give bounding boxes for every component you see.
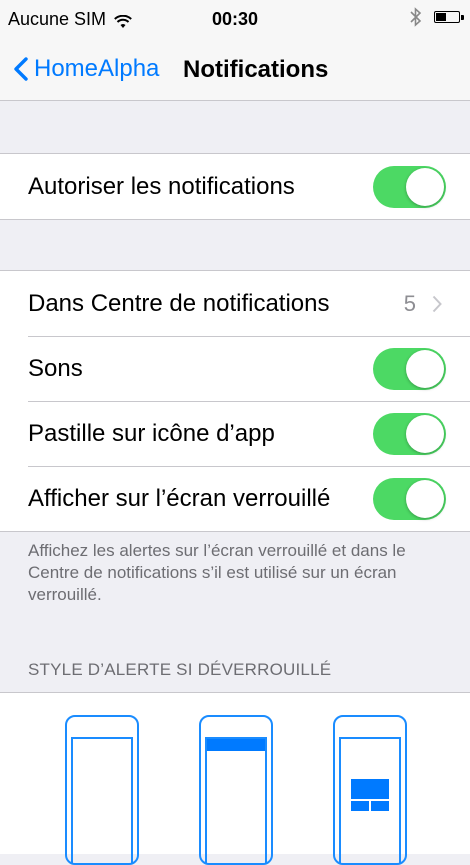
badge-label: Pastille sur icône d’app — [28, 419, 275, 447]
back-button-label: HomeAlpha — [34, 55, 160, 82]
battery-icon — [434, 11, 464, 23]
alert-style-alert-icon[interactable] — [333, 715, 407, 865]
page-title: Notifications — [183, 56, 329, 83]
badge-toggle[interactable] — [373, 413, 446, 455]
notification-center-label: Dans Centre de notifications — [28, 289, 330, 317]
lock-screen-footer: Affichez les alertes sur l’écran verroui… — [28, 541, 406, 604]
allow-notifications-toggle[interactable] — [373, 166, 446, 208]
status-bar: Aucune SIM 00:30 — [0, 0, 470, 40]
allow-group: Autoriser les notifications — [0, 153, 470, 220]
navigation-bar: HomeAlpha Notifications — [0, 40, 470, 101]
alert-style-picker — [0, 692, 470, 865]
lock-screen-label: Afficher sur l’écran verrouillé — [28, 484, 331, 512]
sounds-row[interactable]: Sons — [0, 336, 470, 401]
sounds-label: Sons — [28, 354, 83, 382]
alert-style-header: STYLE D’ALERTE SI DÉVERROUILLÉ — [28, 660, 332, 679]
sounds-toggle[interactable] — [373, 348, 446, 390]
back-button[interactable]: HomeAlpha — [14, 55, 159, 83]
badge-row[interactable]: Pastille sur icône d’app — [0, 401, 470, 466]
allow-notifications-label: Autoriser les notifications — [28, 172, 295, 200]
notification-center-detail: 5 — [404, 291, 442, 317]
chevron-right-icon — [432, 295, 442, 312]
lock-screen-row[interactable]: Afficher sur l’écran verrouillé — [0, 466, 470, 531]
allow-notifications-row[interactable]: Autoriser les notifications — [0, 154, 470, 219]
settings-group: Dans Centre de notifications 5 Sons Past… — [0, 270, 470, 532]
alert-style-none-icon[interactable] — [65, 715, 139, 865]
lock-screen-toggle[interactable] — [373, 478, 446, 520]
chevron-left-icon — [14, 57, 28, 81]
alert-style-banner-icon[interactable] — [199, 715, 273, 865]
status-time: 00:30 — [211, 9, 259, 29]
notification-center-row[interactable]: Dans Centre de notifications 5 — [0, 271, 470, 336]
notification-center-count: 5 — [403, 290, 416, 316]
bluetooth-icon — [410, 7, 422, 32]
